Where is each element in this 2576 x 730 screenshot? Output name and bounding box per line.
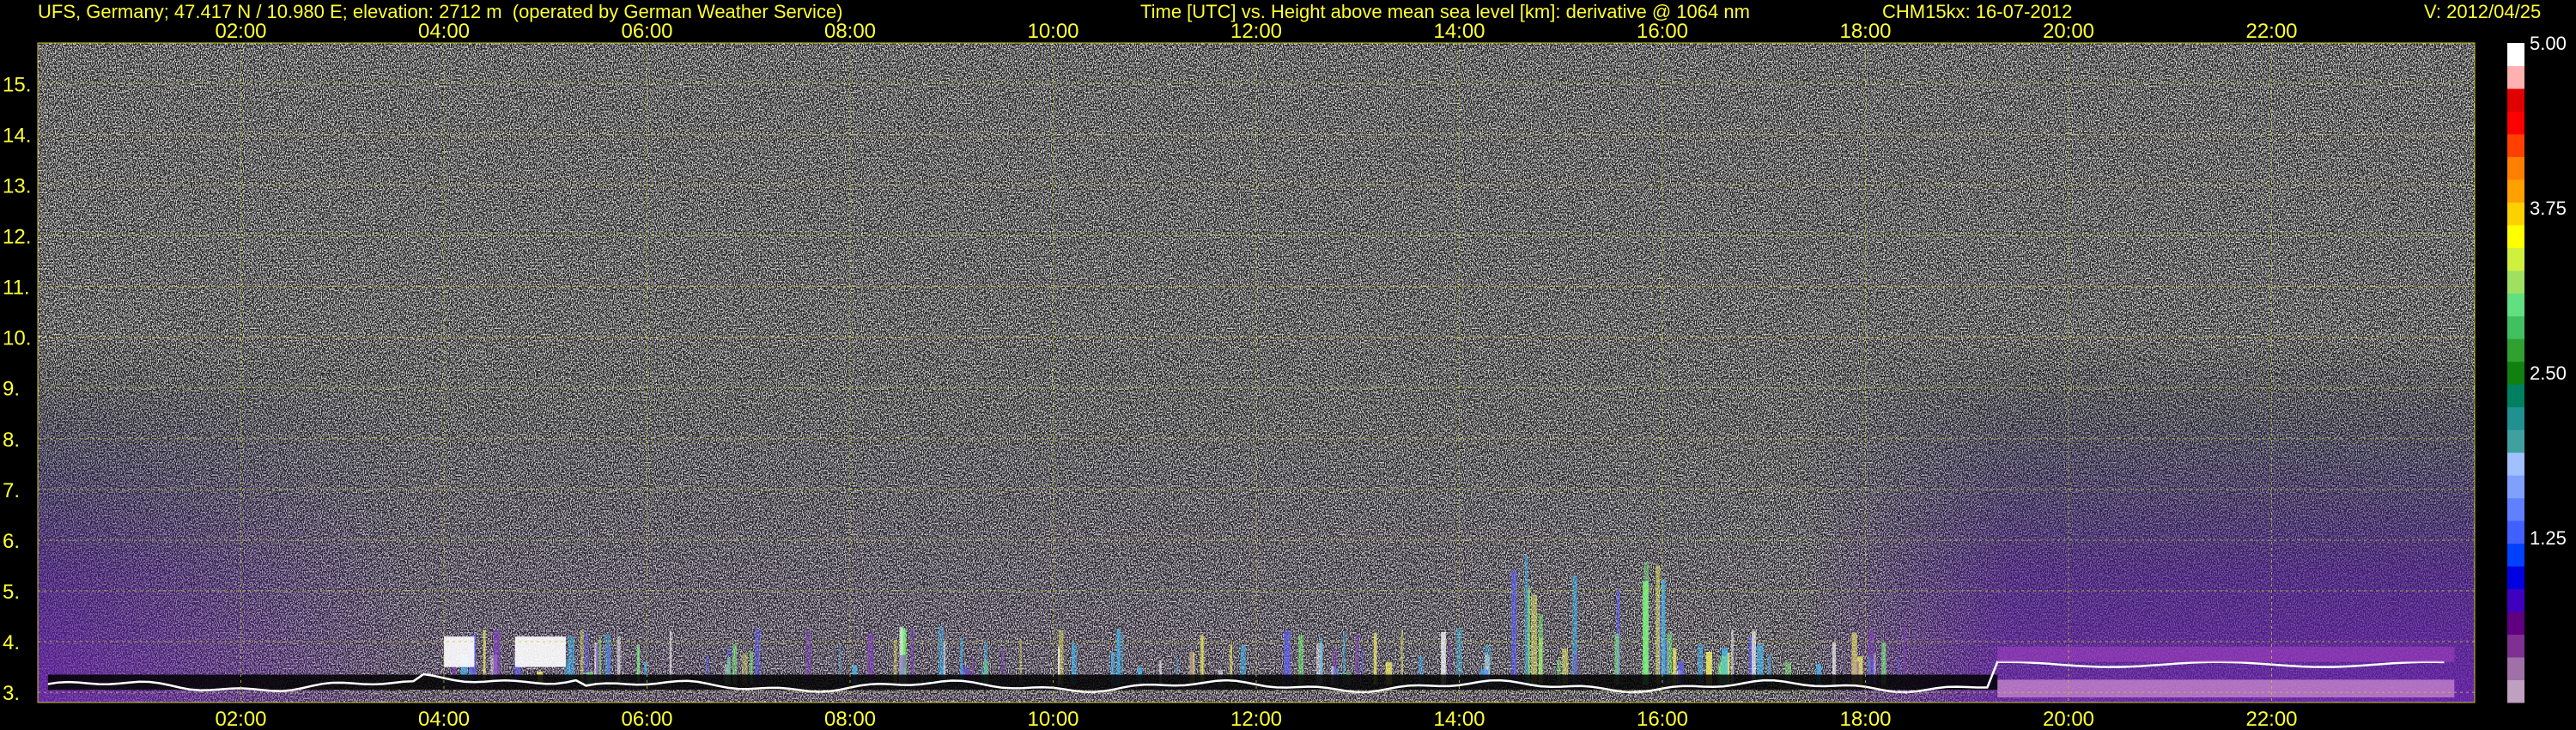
- aerosol-plume: [1511, 570, 1517, 685]
- colorbar-swatch: [2507, 247, 2524, 271]
- colorbar-swatch: [2507, 111, 2524, 135]
- y-tick-label: 14.: [3, 124, 31, 147]
- colorbar-swatch: [2507, 270, 2524, 294]
- y-tick-label: 13.: [3, 174, 31, 198]
- colorbar: 1.25 2.50 3.75 5.00: [2507, 33, 2567, 703]
- x-tick-label-bottom: 06:00: [621, 708, 672, 730]
- residual-layer: [1997, 647, 2455, 662]
- colorbar-swatch: [2507, 475, 2524, 499]
- colorbar-swatch: [2507, 65, 2524, 89]
- x-tick-label-top: 14:00: [1433, 20, 1485, 43]
- plot-area: [37, 42, 2476, 703]
- colorbar-swatch: [2507, 566, 2524, 590]
- x-tick-label-bottom: 12:00: [1230, 708, 1282, 730]
- bright-aerosol-patch: [514, 636, 566, 667]
- colorbar-swatch: [2507, 224, 2524, 248]
- x-axis-bottom: 02:00 04:00 06:00 08:00 10:00 12:00 14:00 16:00…: [215, 708, 2297, 730]
- surface-layer: [1997, 679, 2455, 698]
- x-tick-label-bottom: 02:00: [215, 708, 266, 730]
- x-tick-label-bottom: 14:00: [1433, 708, 1485, 730]
- colorbar-swatch: [2507, 156, 2524, 180]
- colorbar-swatch: [2507, 679, 2524, 703]
- colorbar-swatch: [2507, 202, 2524, 226]
- colorbar-swatch: [2507, 293, 2524, 317]
- x-tick-label-bottom: 20:00: [2043, 708, 2094, 730]
- colorbar-swatch: [2507, 88, 2524, 112]
- x-tick-label-top: 16:00: [1637, 20, 1688, 43]
- colorbar-swatch: [2507, 361, 2524, 385]
- x-tick-label-top: 06:00: [621, 20, 672, 43]
- colorbar-tick-label: 5.00: [2530, 33, 2567, 54]
- colorbar-swatch: [2507, 338, 2524, 362]
- aerosol-plume: [1524, 555, 1528, 685]
- aerosol-plume: [1644, 561, 1649, 685]
- x-tick-label-top: 02:00: [215, 20, 266, 43]
- colorbar-swatch: [2507, 384, 2524, 408]
- bright-aerosol-patch: [444, 636, 475, 667]
- colorbar-swatch: [2507, 429, 2524, 453]
- y-tick-label: 10.: [3, 327, 31, 350]
- aerosol-plume: [1538, 613, 1543, 685]
- aerosol-plume: [1530, 594, 1538, 685]
- x-tick-label-top: 18:00: [1839, 20, 1891, 43]
- x-tick-label-top: 08:00: [824, 20, 876, 43]
- colorbar-swatch: [2507, 497, 2524, 521]
- x-tick-label-top: 20:00: [2043, 20, 2094, 43]
- x-tick-label-bottom: 04:00: [418, 708, 470, 730]
- aerosol-plume: [1656, 565, 1661, 685]
- x-tick-label-top: 12:00: [1230, 20, 1282, 43]
- colorbar-swatch: [2507, 543, 2524, 567]
- x-tick-label-bottom: 22:00: [2245, 708, 2297, 730]
- x-tick-label-bottom: 08:00: [824, 708, 876, 730]
- y-tick-label: 5.: [3, 581, 20, 604]
- x-axis-top: 02:00 04:00 06:00 08:00 10:00 12:00 14:00 16:00…: [215, 20, 2297, 43]
- aerosol-plume: [1528, 587, 1530, 685]
- colorbar-swatch: [2507, 588, 2524, 612]
- ceilometer-chart: 3. 4. 5. 6. 7. 8. 9. 10. 11. 12. 13. 14. 15. 02:00 04…: [3, 20, 2567, 730]
- colorbar-swatch: [2507, 611, 2524, 636]
- x-tick-label-bottom: 10:00: [1027, 708, 1078, 730]
- colorbar-swatch: [2507, 452, 2524, 476]
- colorbar-swatch: [2507, 520, 2524, 544]
- x-tick-label-top: 10:00: [1027, 20, 1078, 43]
- colorbar-tick-label: 3.75: [2530, 198, 2567, 219]
- x-tick-label-top: 04:00: [418, 20, 470, 43]
- y-tick-label: 11.: [3, 277, 30, 300]
- x-tick-label-top: 22:00: [2245, 20, 2297, 43]
- colorbar-swatch: [2507, 315, 2524, 339]
- x-tick-label-bottom: 16:00: [1637, 708, 1688, 730]
- y-tick-label: 12.: [3, 225, 31, 248]
- y-tick-label: 4.: [3, 631, 20, 654]
- colorbar-swatch: [2507, 657, 2524, 681]
- y-tick-label: 7.: [3, 479, 20, 502]
- colorbar-tick-label: 2.50: [2530, 362, 2567, 384]
- y-tick-label: 15.: [3, 73, 31, 96]
- y-tick-label: 8.: [3, 429, 20, 452]
- colorbar-swatch: [2507, 43, 2524, 66]
- y-tick-label: 6.: [3, 530, 20, 553]
- y-tick-label: 3.: [3, 682, 20, 705]
- colorbar-swatch: [2507, 406, 2524, 430]
- x-tick-label-bottom: 18:00: [1839, 708, 1891, 730]
- y-axis: 3. 4. 5. 6. 7. 8. 9. 10. 11. 12. 13. 14. 15.: [3, 73, 31, 705]
- colorbar-swatch: [2507, 133, 2524, 157]
- y-tick-label: 9.: [3, 378, 20, 401]
- colorbar-swatch: [2507, 634, 2524, 658]
- colorbar-tick-label: 1.25: [2530, 527, 2567, 549]
- colorbar-swatch: [2507, 179, 2524, 203]
